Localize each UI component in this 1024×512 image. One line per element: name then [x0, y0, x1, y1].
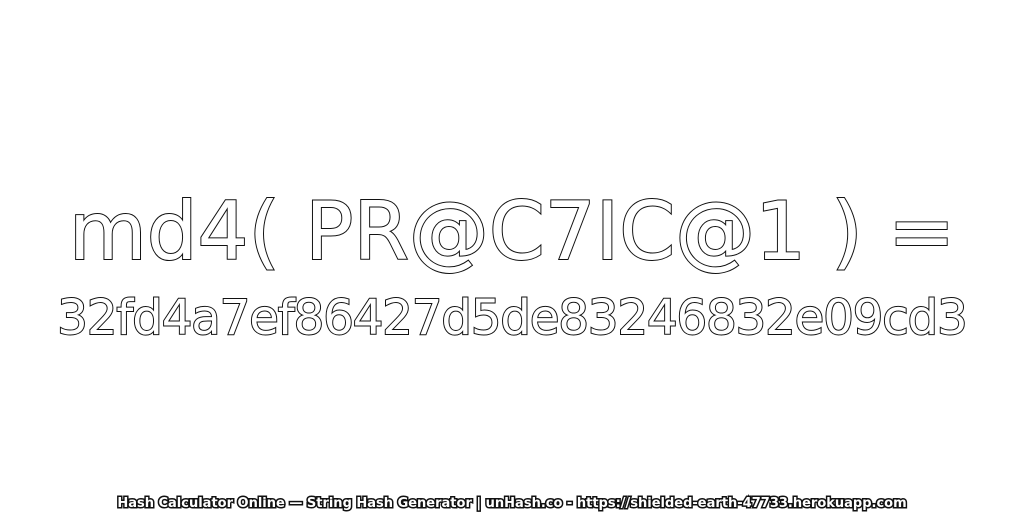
site-footer-text: Hash Calculator Online — String Hash Gen… [116, 495, 908, 512]
hash-expression-text: md4( PR@C7IC@1 ) = [68, 184, 956, 279]
hash-result-image: md4( PR@C7IC@1 ) = 32fd4a7ef86427d5de832… [0, 0, 1024, 512]
hash-value-text: 32fd4a7ef86427d5de83246832e09cd3 [56, 289, 968, 347]
